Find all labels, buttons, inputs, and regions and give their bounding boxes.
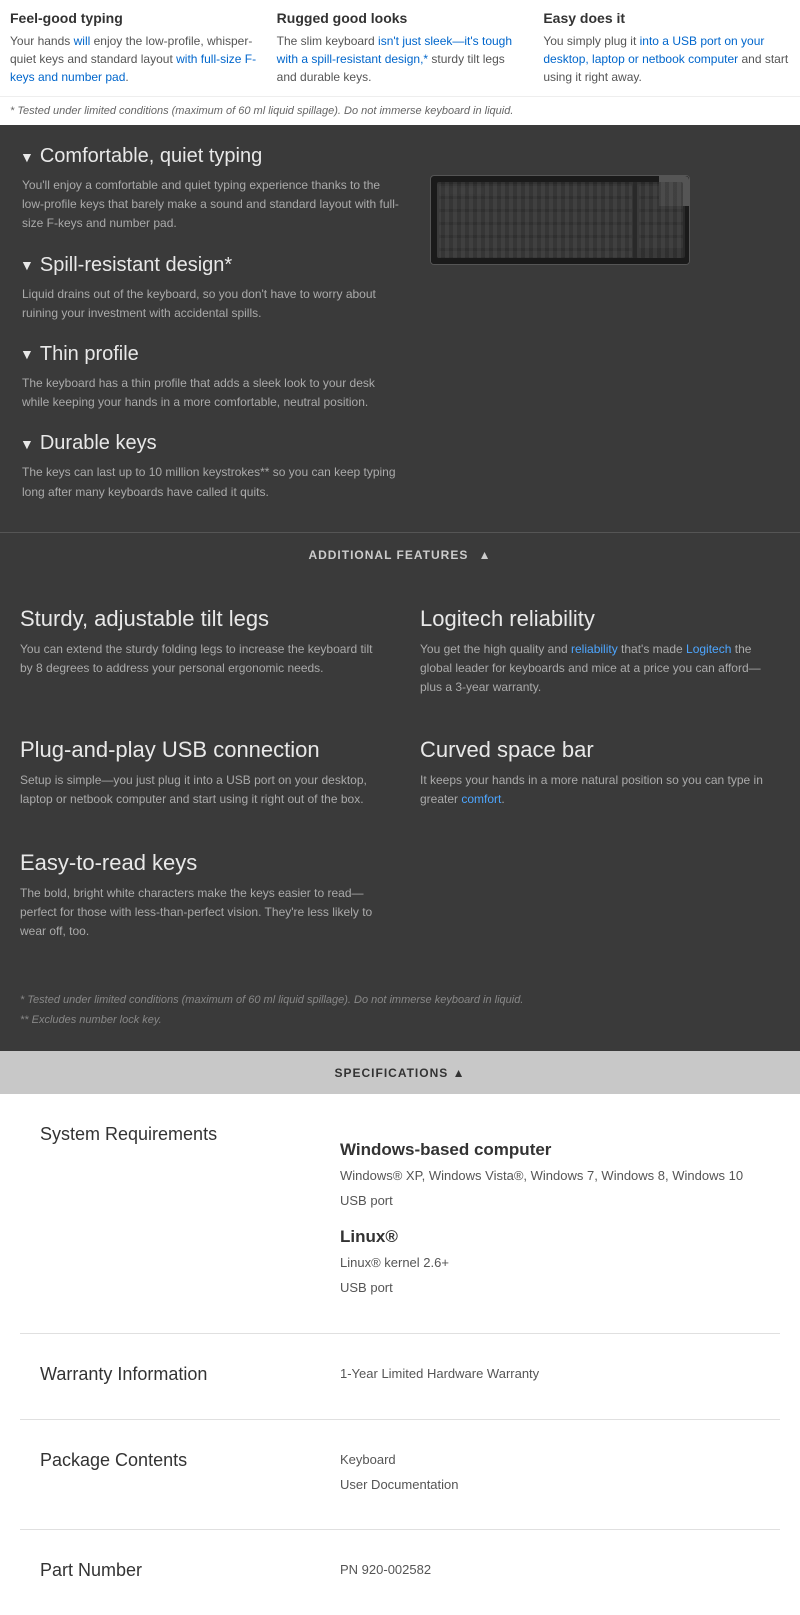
feature-title-2: ▼ Thin profile [20, 343, 400, 366]
top-feature-title-2: Easy does it [543, 10, 790, 26]
additional-feature-tilt: Sturdy, adjustable tilt legs You can ext… [20, 586, 380, 718]
top-feature-desc-1: The slim keyboard isn't just sleek—it's … [277, 32, 524, 86]
feature-title-0: ▼ Comfortable, quiet typing [20, 145, 400, 168]
top-feature-feel-good: Feel-good typing Your hands will enjoy t… [10, 10, 257, 86]
additional-features-grid: Sturdy, adjustable tilt legs You can ext… [20, 586, 780, 962]
specifications-arrow: ▲ [453, 1066, 466, 1080]
additional-feature-spacebar: Curved space bar It keeps your hands in … [420, 717, 780, 829]
spec-label-system: System Requirements [40, 1124, 340, 1145]
feature-desc-2: The keyboard has a thin profile that add… [20, 374, 400, 412]
feature-arrow-3: ▼ [20, 436, 34, 452]
spec-row-package: Package Contents Keyboard User Documenta… [20, 1420, 780, 1531]
feature-spill: ▼ Spill-resistant design* Liquid drains … [20, 254, 400, 323]
spec-package-line-0: Keyboard [340, 1450, 760, 1471]
feature-arrow-1: ▼ [20, 257, 34, 273]
footnote-top: * Tested under limited conditions (maxim… [0, 96, 800, 125]
spec-warranty-line-0: 1-Year Limited Hardware Warranty [340, 1364, 760, 1385]
additional-feature-desc-2: Setup is simple—you just plug it into a … [20, 771, 380, 809]
feature-thin: ▼ Thin profile The keyboard has a thin p… [20, 343, 400, 412]
spec-package-line-1: User Documentation [340, 1475, 760, 1496]
additional-features-content: Sturdy, adjustable tilt legs You can ext… [0, 576, 800, 982]
dark-footnote-0: * Tested under limited conditions (maxim… [20, 991, 780, 1011]
additional-feature-desc-0: You can extend the sturdy folding legs t… [20, 640, 380, 678]
spec-row-partnumber: Part Number PN 920-002582 [20, 1530, 780, 1615]
feature-durable: ▼ Durable keys The keys can last up to 1… [20, 432, 400, 501]
dark-footnote-1: ** Excludes number lock key. [20, 1011, 780, 1031]
keyboard-image [430, 175, 690, 265]
spec-linux-line-0: Linux® kernel 2.6+ [340, 1253, 760, 1274]
feature-desc-3: The keys can last up to 10 million keyst… [20, 463, 400, 501]
spec-row-warranty: Warranty Information 1-Year Limited Hard… [20, 1334, 780, 1420]
top-feature-easy: Easy does it You simply plug it into a U… [543, 10, 790, 86]
additional-features-bar[interactable]: ADDITIONAL FEATURES ▲ [0, 532, 800, 576]
feature-title-3: ▼ Durable keys [20, 432, 400, 455]
spec-label-package: Package Contents [40, 1450, 340, 1471]
dark-features-list: ▼ Comfortable, quiet typing You'll enjoy… [20, 145, 400, 522]
spec-value-package: Keyboard User Documentation [340, 1450, 760, 1500]
additional-feature-reliability: Logitech reliability You get the high qu… [420, 586, 780, 718]
additional-feature-title-0: Sturdy, adjustable tilt legs [20, 606, 380, 632]
top-feature-desc-2: You simply plug it into a USB port on yo… [543, 32, 790, 86]
feature-title-1: ▼ Spill-resistant design* [20, 254, 400, 277]
spec-label-warranty: Warranty Information [40, 1364, 340, 1385]
additional-feature-readable: Easy-to-read keys The bold, bright white… [20, 830, 380, 962]
spec-value-partnumber: PN 920-002582 [340, 1560, 760, 1585]
spec-windows-line-0: Windows® XP, Windows Vista®, Windows 7, … [340, 1166, 760, 1187]
spec-value-warranty: 1-Year Limited Hardware Warranty [340, 1364, 760, 1389]
spec-linux: Linux® Linux® kernel 2.6+ USB port [340, 1227, 760, 1299]
additional-feature-title-3: Curved space bar [420, 737, 780, 763]
top-feature-rugged: Rugged good looks The slim keyboard isn'… [277, 10, 524, 86]
top-feature-title-0: Feel-good typing [10, 10, 257, 26]
specifications-content: System Requirements Windows-based comput… [0, 1094, 800, 1615]
additional-feature-title-2: Plug-and-play USB connection [20, 737, 380, 763]
specifications-label: SPECIFICATIONS ▲ [334, 1066, 465, 1080]
additional-features-label: ADDITIONAL FEATURES ▲ [308, 548, 491, 562]
additional-feature-desc-1: You get the high quality and reliability… [420, 640, 780, 698]
additional-feature-desc-4: The bold, bright white characters make t… [20, 884, 380, 942]
spec-value-system: Windows-based computer Windows® XP, Wind… [340, 1124, 760, 1303]
top-feature-desc-0: Your hands will enjoy the low-profile, w… [10, 32, 257, 86]
feature-arrow-0: ▼ [20, 149, 34, 165]
top-features-section: Feel-good typing Your hands will enjoy t… [0, 0, 800, 96]
dark-footnotes: * Tested under limited conditions (maxim… [0, 981, 800, 1051]
feature-desc-1: Liquid drains out of the keyboard, so yo… [20, 285, 400, 323]
spec-row-system: System Requirements Windows-based comput… [20, 1094, 780, 1334]
feature-comfortable: ▼ Comfortable, quiet typing You'll enjoy… [20, 145, 400, 234]
additional-feature-title-1: Logitech reliability [420, 606, 780, 632]
spec-linux-line-1: USB port [340, 1278, 760, 1299]
keyboard-image-container [420, 145, 700, 522]
additional-feature-usb: Plug-and-play USB connection Setup is si… [20, 717, 380, 829]
feature-arrow-2: ▼ [20, 346, 34, 362]
additional-feature-title-4: Easy-to-read keys [20, 850, 380, 876]
spec-partnumber-line-0: PN 920-002582 [340, 1560, 760, 1581]
specifications-bar[interactable]: SPECIFICATIONS ▲ [0, 1051, 800, 1094]
top-feature-title-1: Rugged good looks [277, 10, 524, 26]
spec-label-partnumber: Part Number [40, 1560, 340, 1581]
spec-windows-line-1: USB port [340, 1191, 760, 1212]
spec-windows-heading: Windows-based computer [340, 1140, 760, 1160]
feature-desc-0: You'll enjoy a comfortable and quiet typ… [20, 176, 400, 234]
additional-feature-desc-3: It keeps your hands in a more natural po… [420, 771, 780, 809]
additional-features-arrow: ▲ [479, 548, 492, 562]
spec-windows: Windows-based computer Windows® XP, Wind… [340, 1140, 760, 1212]
spec-linux-heading: Linux® [340, 1227, 760, 1247]
dark-features-section: ▼ Comfortable, quiet typing You'll enjoy… [0, 125, 800, 576]
